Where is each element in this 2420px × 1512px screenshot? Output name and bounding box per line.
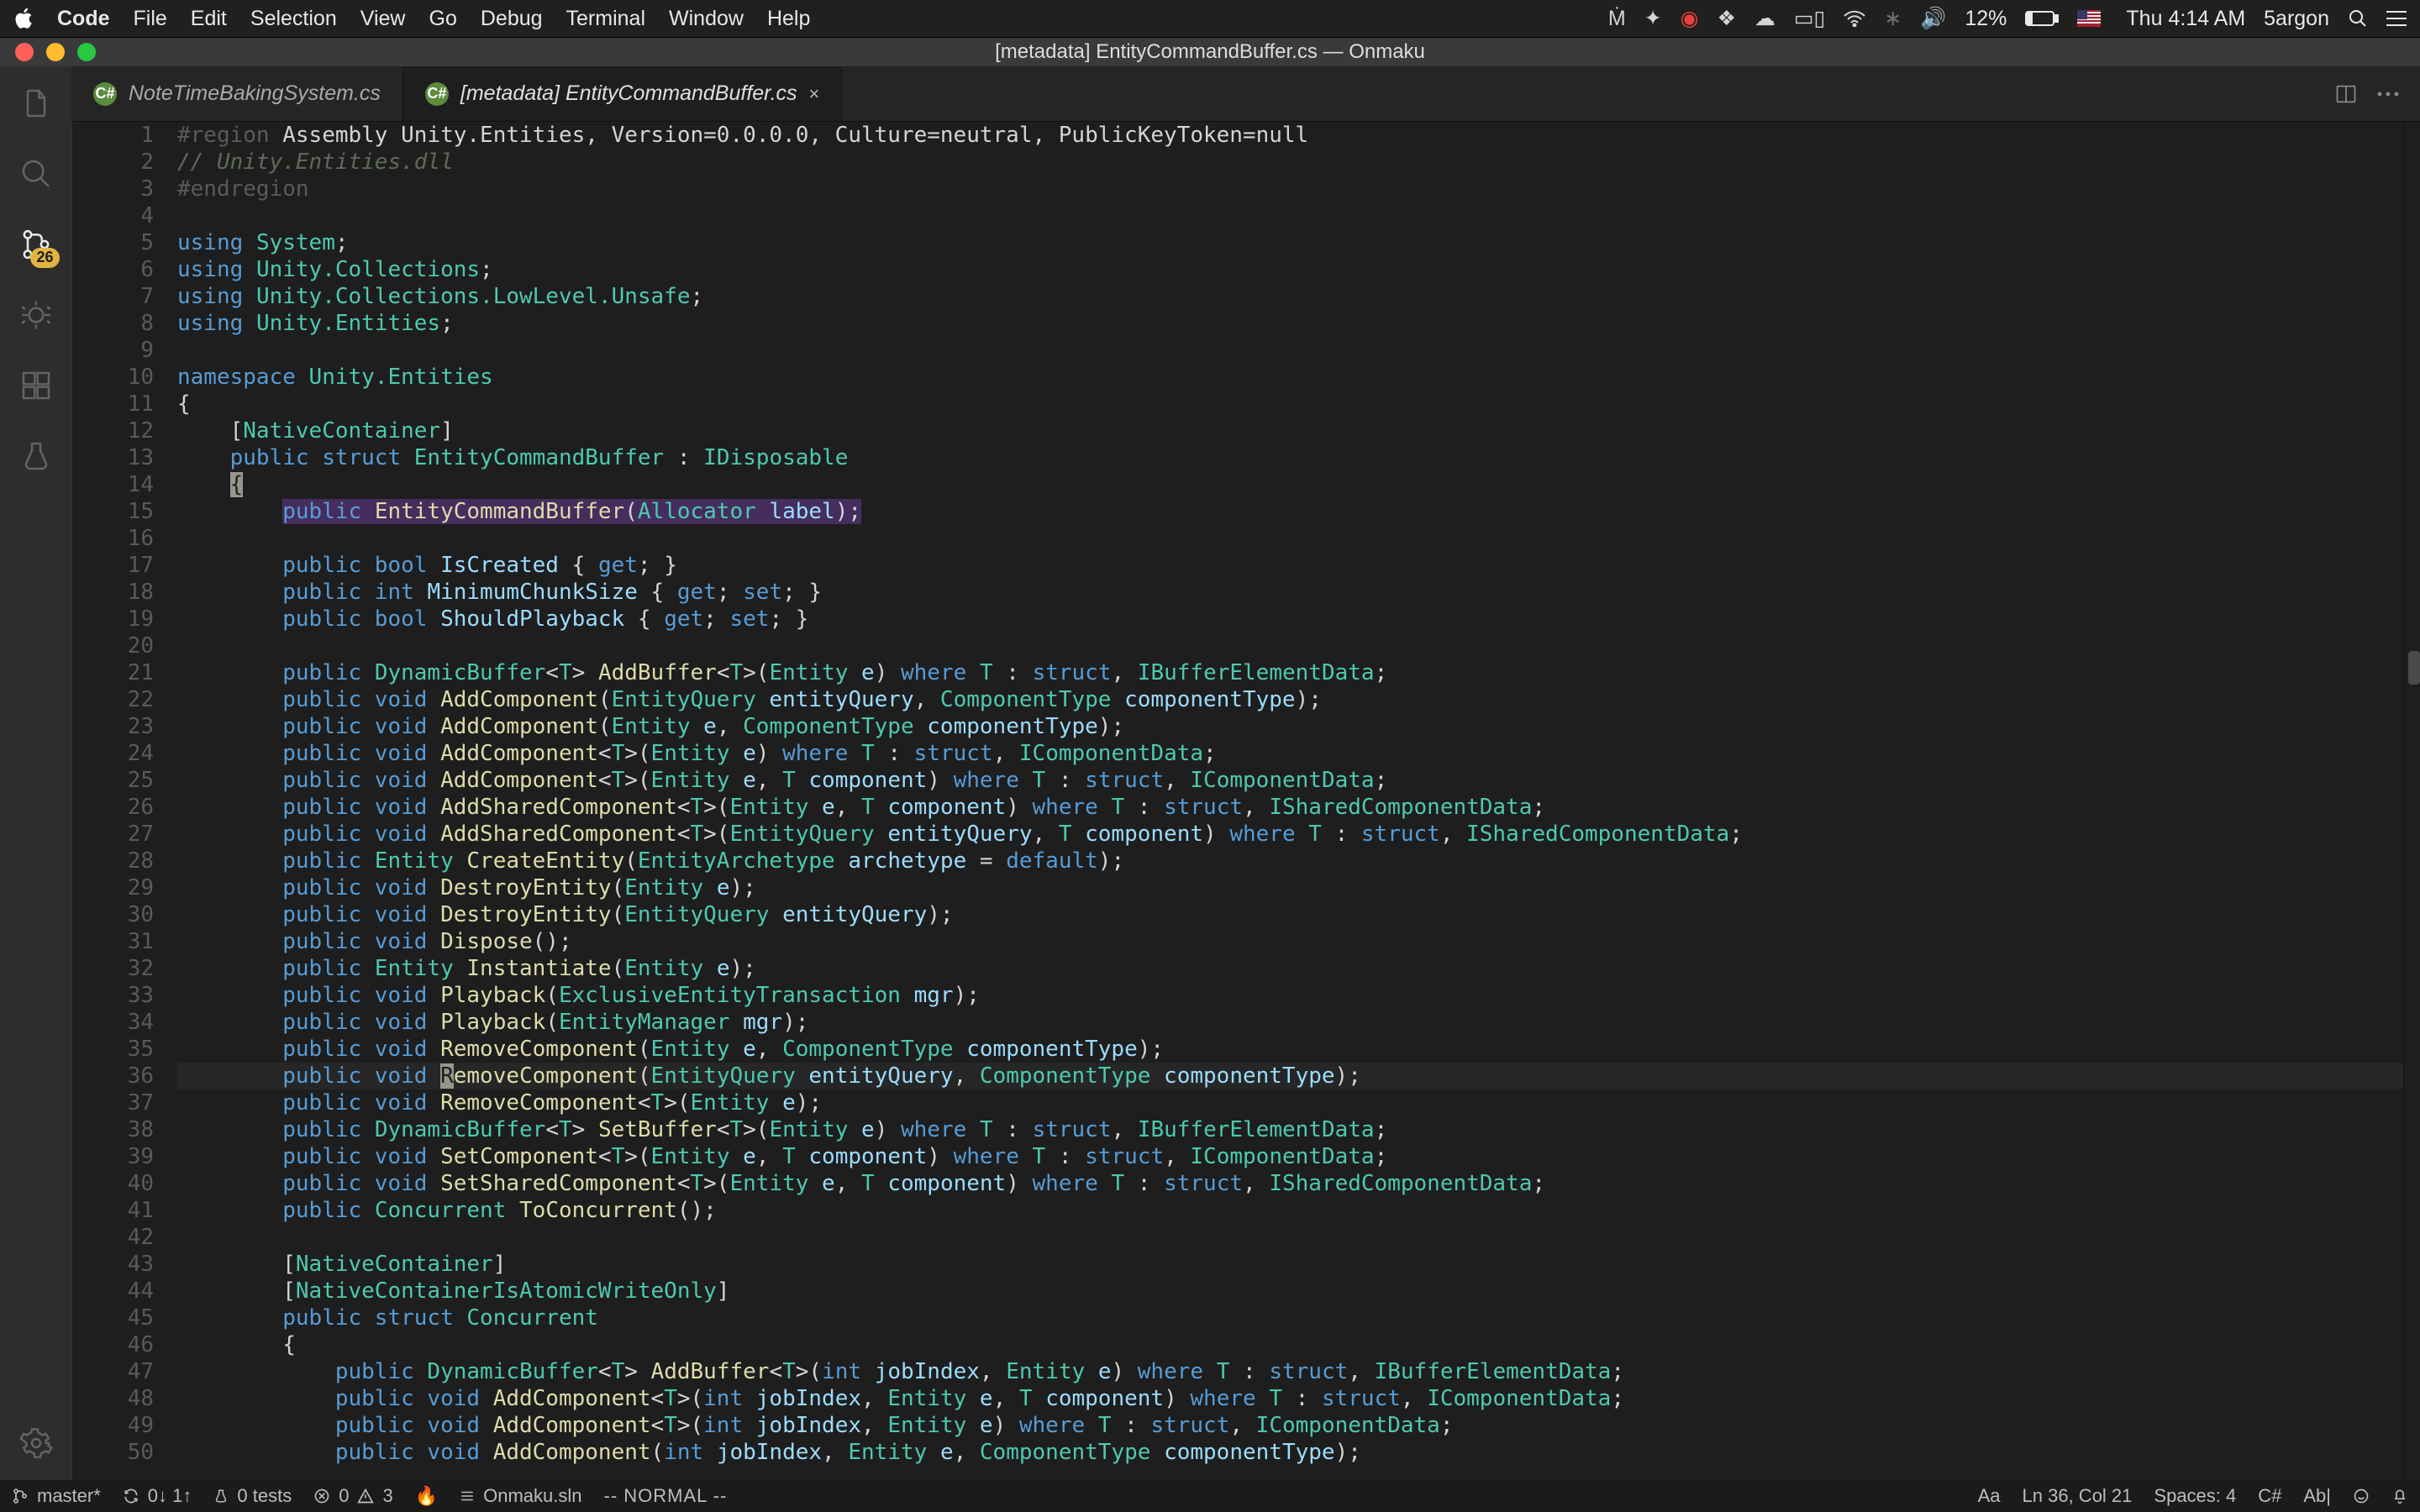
editor-tab-2[interactable]: C# [metadata] EntityCommandBuffer.cs ×	[403, 66, 843, 121]
battery-percent[interactable]: 12%	[1965, 7, 2007, 31]
test-icon[interactable]	[16, 436, 56, 476]
app-name[interactable]: Code	[57, 7, 110, 31]
menu-file[interactable]: File	[134, 7, 167, 31]
flame-icon: 🔥	[415, 1485, 438, 1507]
battery-icon[interactable]	[2025, 10, 2059, 27]
status-cursor-pos[interactable]: Ln 36, Col 21	[2023, 1485, 2133, 1507]
status-indent[interactable]: Spaces: 4	[2154, 1485, 2236, 1507]
app-body: 26 C# NoteTimeBakingSystem.cs C# [metada…	[0, 66, 2420, 1480]
editor-tab-1[interactable]: C# NoteTimeBakingSystem.cs	[71, 66, 403, 121]
status-vim-mode: -- NORMAL --	[604, 1485, 728, 1507]
traffic-lights	[0, 43, 96, 61]
mac-menubar: Code File Edit Selection View Go Debug T…	[0, 0, 2420, 37]
csharp-file-icon: C#	[93, 82, 117, 106]
bluetooth-icon[interactable]: ∗	[1884, 6, 1902, 31]
tab-label: [metadata] EntityCommandBuffer.cs	[460, 81, 797, 106]
status-language[interactable]: C#	[2258, 1485, 2281, 1507]
status-sync[interactable]: 0↓ 1↑	[123, 1485, 192, 1507]
window-titlebar: [metadata] EntityCommandBuffer.cs — Onma…	[0, 37, 2420, 66]
tray-icon-1[interactable]: Ṁ	[1608, 7, 1626, 31]
tab-bar: C# NoteTimeBakingSystem.cs C# [metadata]…	[71, 66, 2420, 122]
status-case[interactable]: Aa	[1978, 1485, 2001, 1507]
csharp-file-icon: C#	[425, 82, 449, 106]
menu-view[interactable]: View	[360, 7, 406, 31]
window-title: [metadata] EntityCommandBuffer.cs — Onma…	[995, 40, 1425, 64]
menu-window[interactable]: Window	[669, 7, 744, 31]
close-tab-icon[interactable]: ×	[809, 83, 820, 105]
editor-column: C# NoteTimeBakingSystem.cs C# [metadata]…	[71, 66, 2420, 1480]
status-tests[interactable]: 0 tests	[213, 1485, 292, 1507]
extensions-icon[interactable]	[16, 365, 56, 406]
flag-icon[interactable]	[2077, 10, 2101, 27]
user-name[interactable]: 5argon	[2264, 7, 2329, 31]
status-bar: master* 0↓ 1↑ 0 tests 0 3 🔥 Onmaku.sln -…	[0, 1480, 2420, 1512]
minimize-window-button[interactable]	[46, 43, 65, 61]
volume-icon[interactable]: 🔊	[1920, 7, 1946, 31]
zoom-window-button[interactable]	[77, 43, 96, 61]
status-problems[interactable]: 0 3	[313, 1485, 393, 1507]
tray-icon-cloud[interactable]: ☁	[1754, 6, 1776, 31]
debug-icon[interactable]	[16, 295, 56, 335]
minimap[interactable]	[2403, 122, 2420, 1480]
menu-go[interactable]: Go	[429, 7, 457, 31]
status-ab[interactable]: Ab|	[2303, 1485, 2331, 1507]
status-feedback-icon[interactable]	[2353, 1488, 2370, 1504]
menubar-left: Code File Edit Selection View Go Debug T…	[13, 7, 810, 31]
tab-label: NoteTimeBakingSystem.cs	[129, 81, 381, 106]
menu-icon[interactable]	[2386, 10, 2407, 27]
activity-bar: 26	[0, 66, 71, 1480]
line-gutter: 1234567891011121314151617181920212223242…	[71, 122, 177, 1480]
scm-badge: 26	[30, 248, 59, 268]
search-icon[interactable]	[16, 154, 56, 194]
explorer-icon[interactable]	[16, 83, 56, 123]
status-bell-icon[interactable]	[2391, 1488, 2408, 1504]
status-solution[interactable]: Onmaku.sln	[460, 1485, 581, 1507]
wifi-icon[interactable]	[1844, 10, 1865, 27]
tray-icon-record[interactable]: ◉	[1681, 6, 1699, 31]
menu-debug[interactable]: Debug	[481, 7, 543, 31]
menu-edit[interactable]: Edit	[191, 7, 227, 31]
tray-icon-unity[interactable]: ✦	[1644, 6, 1662, 31]
split-editor-icon[interactable]	[2334, 82, 2358, 106]
tray-icon-displays[interactable]: ▭▯	[1794, 6, 1825, 31]
tray-icon-dropbox[interactable]: ❖	[1717, 6, 1735, 31]
more-icon[interactable]	[2376, 91, 2400, 97]
tab-actions	[2334, 66, 2420, 121]
source-control-icon[interactable]: 26	[16, 224, 56, 265]
status-flame[interactable]: 🔥	[415, 1485, 438, 1507]
apple-icon[interactable]	[13, 8, 34, 29]
settings-icon[interactable]	[16, 1423, 56, 1463]
status-branch[interactable]: master*	[12, 1485, 101, 1507]
menu-help[interactable]: Help	[767, 7, 810, 31]
minimap-thumb[interactable]	[2408, 651, 2420, 685]
sync-text: 0↓ 1↑	[148, 1485, 192, 1507]
code-area[interactable]: #region Assembly Unity.Entities, Version…	[177, 122, 2403, 1480]
menubar-right: Ṁ ✦ ◉ ❖ ☁ ▭▯ ∗ 🔊 12% Thu 4:14 AM 5argon	[1608, 6, 2407, 31]
menu-selection[interactable]: Selection	[250, 7, 337, 31]
close-window-button[interactable]	[15, 43, 34, 61]
spotlight-icon[interactable]	[2348, 8, 2368, 29]
code-editor[interactable]: 1234567891011121314151617181920212223242…	[71, 122, 2420, 1480]
menu-terminal[interactable]: Terminal	[566, 7, 645, 31]
clock[interactable]: Thu 4:14 AM	[2126, 7, 2245, 31]
